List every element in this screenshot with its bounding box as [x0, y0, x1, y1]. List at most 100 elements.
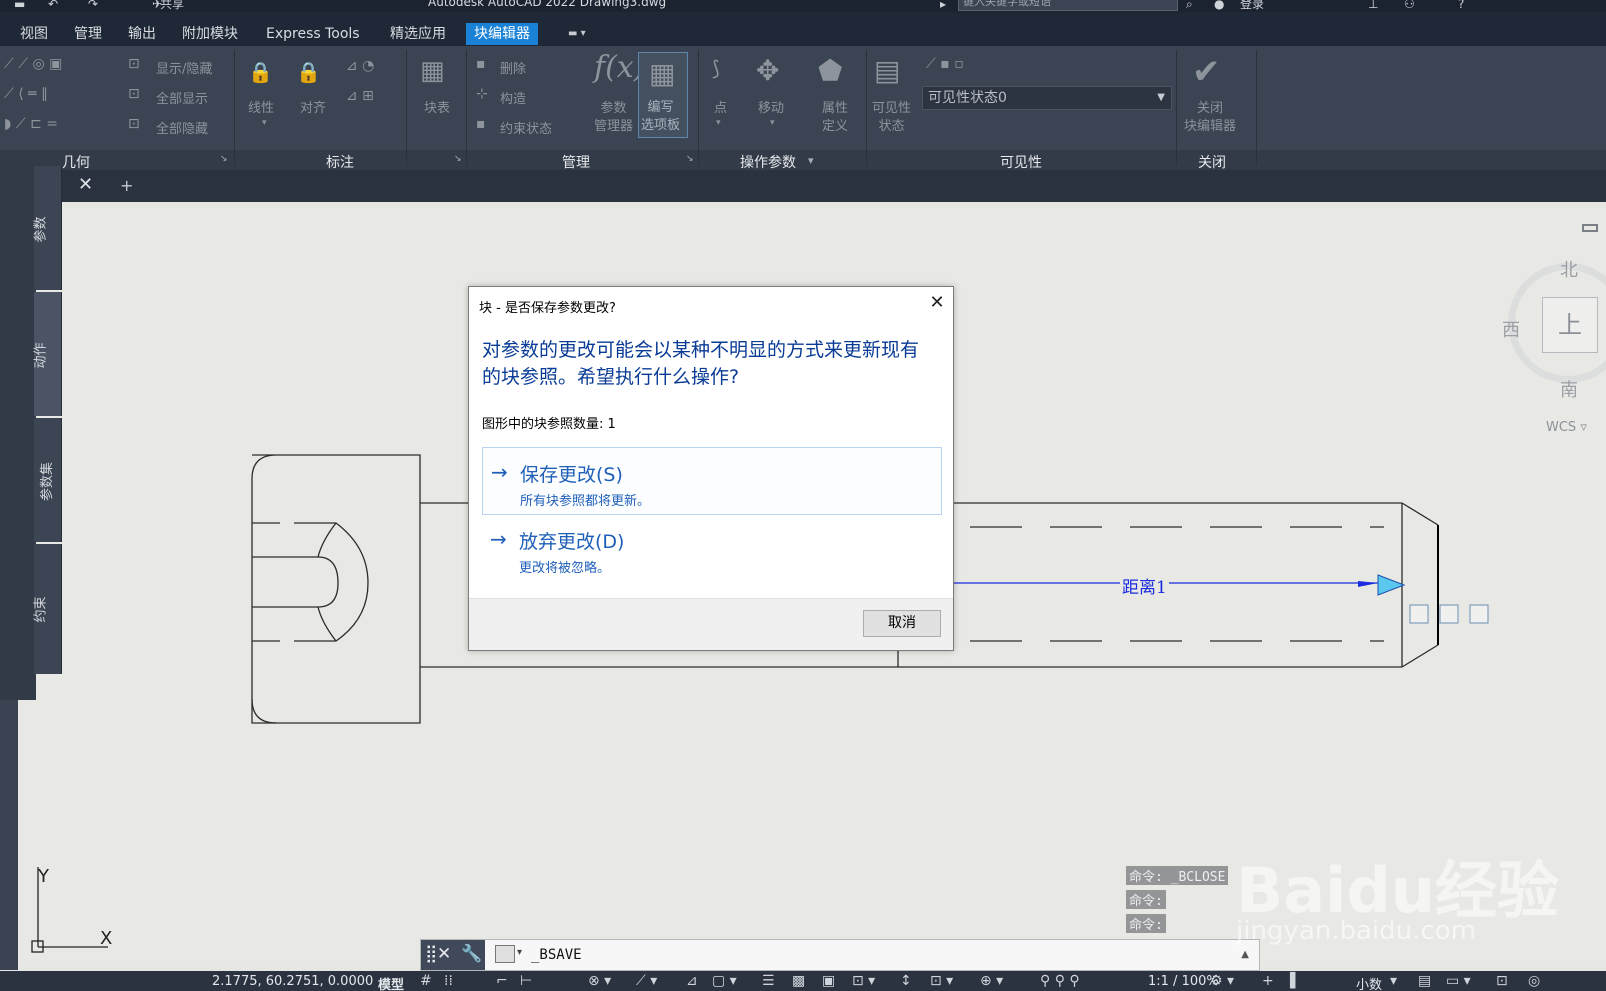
- dynamic-ucs-icon[interactable]: ↕: [900, 973, 912, 989]
- command-input[interactable]: ▾ _BSAVE ▲: [491, 943, 1257, 967]
- polar-tracking-icon[interactable]: ⊗ ▾: [588, 973, 611, 989]
- angular-constraint-icon[interactable]: ⊿ ◔: [346, 58, 374, 74]
- save-icon[interactable]: ▬: [14, 0, 25, 11]
- units-select[interactable]: 小数: [1356, 974, 1382, 991]
- lineweight-icon[interactable]: ☰: [762, 973, 775, 989]
- coordinate-readout[interactable]: 2.1775, 60.2751, 0.0000: [212, 974, 373, 989]
- isodraft-icon[interactable]: ⟋ ▾: [636, 973, 657, 989]
- tab-view[interactable]: 视图: [12, 23, 56, 45]
- gear-icon[interactable]: ⚙ ▾: [1210, 973, 1234, 989]
- undo-icon[interactable]: ↶: [48, 0, 58, 11]
- construct-button[interactable]: 构造: [500, 88, 526, 107]
- discard-changes-button[interactable]: → 放弃更改(D) 更改将被忽略。: [482, 515, 942, 583]
- palette-tab-constraints[interactable]: 约束: [34, 544, 62, 674]
- navbar-minimize-icon[interactable]: [1582, 224, 1598, 232]
- show-hide-icon[interactable]: ⊡: [128, 56, 140, 72]
- construct-icon[interactable]: ⊹: [476, 86, 488, 102]
- model-space-button[interactable]: 模型: [378, 974, 404, 991]
- show-hide-button[interactable]: 显示/隐藏: [156, 58, 212, 77]
- viewcube-west[interactable]: 西: [1502, 316, 1520, 342]
- save-changes-button[interactable]: → 保存更改(S) 所有块参照都将更新。: [482, 447, 942, 515]
- annotation-scale[interactable]: 1:1 / 100%: [1148, 974, 1219, 989]
- exchange-icon[interactable]: ⚇: [1404, 0, 1415, 11]
- wrench-icon[interactable]: 🔧: [461, 944, 482, 964]
- transparency-icon[interactable]: ▩: [792, 973, 805, 989]
- redo-icon[interactable]: ↷: [88, 0, 98, 11]
- linear-constraint-icon[interactable]: 🔒: [248, 60, 273, 84]
- grid-icon[interactable]: #: [420, 973, 432, 989]
- properties-icon[interactable]: ▤: [1418, 973, 1431, 989]
- tab-manage[interactable]: 管理: [66, 23, 110, 45]
- linear-button[interactable]: 线性: [248, 100, 274, 118]
- close-icon[interactable]: ✕: [437, 944, 451, 964]
- chevron-down-icon[interactable]: ▾: [517, 947, 522, 958]
- command-line-grip[interactable]: ⣿ ✕ 🔧: [421, 940, 485, 970]
- grip-handle-icon[interactable]: ⣿: [425, 944, 437, 964]
- visibility-states-button[interactable]: 可见性 状态: [872, 100, 911, 136]
- panel-title-action-parameters[interactable]: 操作参数: [740, 152, 796, 172]
- distance-parameter-label[interactable]: 距离1: [1120, 573, 1169, 598]
- constraint-status-icon[interactable]: ▪: [476, 116, 486, 132]
- snap-icon[interactable]: ⁞⁞: [444, 973, 453, 989]
- dynamic-input-icon[interactable]: ⊢: [520, 973, 532, 989]
- panel-launcher-icon-2[interactable]: ↘: [454, 154, 462, 164]
- move-button[interactable]: 移动: [758, 100, 784, 118]
- delete-button[interactable]: 删除: [500, 58, 526, 77]
- aligned-constraint-icon[interactable]: 🔒: [296, 60, 321, 84]
- aligned-button[interactable]: 对齐: [300, 100, 326, 118]
- tab-express-tools[interactable]: Express Tools: [258, 23, 368, 45]
- close-block-editor-button[interactable]: 关闭 块编辑器: [1184, 100, 1236, 136]
- attribute-definition-icon[interactable]: ⬟: [818, 54, 842, 87]
- point-button[interactable]: 点: [714, 100, 727, 118]
- constraint-status-button[interactable]: 约束状态: [500, 118, 552, 137]
- panel-launcher-icon-3[interactable]: ↘: [686, 154, 694, 164]
- viewcube-top-face[interactable]: 上: [1542, 297, 1598, 353]
- block-table-button[interactable]: 块表: [424, 100, 450, 118]
- close-drawing-icon[interactable]: ✕: [78, 174, 93, 195]
- cart-icon[interactable]: ⊥: [1368, 0, 1378, 11]
- delete-icon[interactable]: ▪: [476, 56, 486, 72]
- cancel-button[interactable]: 取消: [863, 610, 941, 637]
- parameters-manager-button[interactable]: 参数 管理器: [594, 100, 633, 136]
- block-table-icon[interactable]: ▦: [420, 56, 445, 86]
- tab-block-editor[interactable]: 块编辑器: [466, 23, 538, 45]
- units-icon[interactable]: ▌: [1290, 973, 1301, 989]
- viewcube-south[interactable]: 南: [1560, 376, 1578, 402]
- radial-constraint-icon[interactable]: ⊿ ⊞: [346, 88, 374, 104]
- tab-featured-apps[interactable]: 精选应用: [382, 23, 454, 45]
- attribute-definition-button[interactable]: 属性 定义: [822, 100, 848, 136]
- checkmark-icon[interactable]: ✔: [1192, 52, 1221, 92]
- visibility-states-icon[interactable]: ▤: [874, 54, 900, 87]
- new-drawing-icon[interactable]: +: [120, 176, 133, 195]
- command-prompt-icon[interactable]: [495, 945, 515, 963]
- share-label[interactable]: 共享: [160, 0, 184, 12]
- visibility-mode-icon[interactable]: ⟋ ▪ ▫: [926, 56, 964, 72]
- panel-title-manage[interactable]: 管理: [562, 152, 590, 172]
- panel-launcher-icon[interactable]: ↘: [220, 154, 228, 164]
- annotation-visibility-icon[interactable]: ⚲ ⚲ ⚲: [1040, 973, 1080, 989]
- clean-screen-icon[interactable]: ⊡: [1496, 973, 1508, 989]
- panel-title-geometry[interactable]: 几何: [62, 152, 90, 172]
- move-dropdown-icon[interactable]: ▾: [770, 118, 775, 128]
- palette-tab-parameter-sets[interactable]: 参数集: [34, 418, 62, 542]
- hide-all-icon[interactable]: ⊡: [128, 116, 140, 132]
- authoring-palettes-toggle[interactable]: ▦ 编写 选项板: [638, 52, 688, 138]
- viewcube-north[interactable]: 北: [1560, 256, 1578, 282]
- point-dropdown-icon[interactable]: ▾: [716, 118, 721, 128]
- linear-dropdown-icon[interactable]: ▾: [262, 118, 267, 128]
- help-icon[interactable]: ?: [1458, 0, 1464, 11]
- wcs-menu[interactable]: WCS ▿: [1546, 420, 1587, 435]
- show-all-icon[interactable]: ⊡: [128, 86, 140, 102]
- selection-filter-icon[interactable]: ⊡ ▾: [930, 973, 953, 989]
- search-icon[interactable]: ⌕: [1186, 0, 1193, 12]
- login-link[interactable]: 登录: [1240, 0, 1264, 12]
- tab-output[interactable]: 输出: [120, 23, 164, 45]
- panel-title-visibility[interactable]: 可见性: [1000, 152, 1042, 172]
- hide-all-button[interactable]: 全部隐藏: [156, 118, 208, 137]
- infer-constraints-icon[interactable]: ⌐: [496, 973, 508, 989]
- isolate-icon[interactable]: ▭ ▾: [1446, 973, 1471, 989]
- geometric-constraint-icon-2[interactable]: ⟋ ⟨ ═ ∥: [4, 86, 48, 102]
- user-icon[interactable]: ●: [1214, 0, 1224, 11]
- show-all-button[interactable]: 全部显示: [156, 88, 208, 107]
- chevron-up-icon[interactable]: ▲: [1241, 949, 1249, 960]
